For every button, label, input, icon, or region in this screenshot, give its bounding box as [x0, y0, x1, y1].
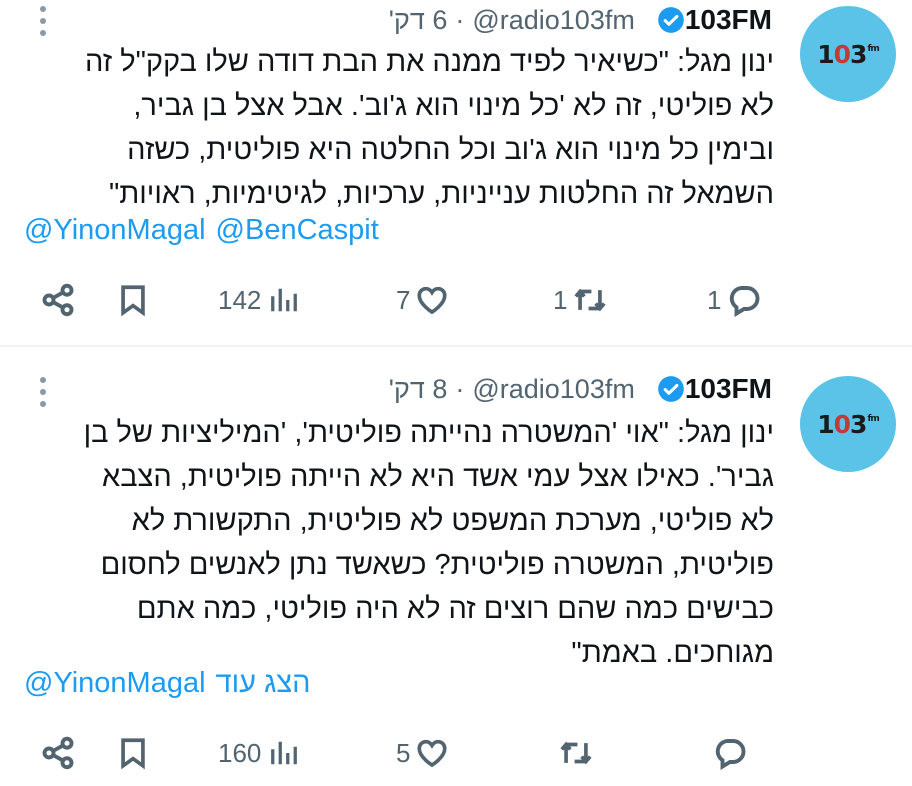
share-icon — [42, 736, 74, 770]
mention-link[interactable]: @BenCaspit — [216, 214, 379, 246]
reply-button[interactable]: 1 — [707, 280, 763, 320]
views-button[interactable]: 160 — [218, 733, 299, 773]
share-button[interactable] — [40, 733, 76, 773]
bookmark-button[interactable] — [116, 733, 150, 773]
separator: · — [455, 4, 465, 35]
verified-badge-icon — [658, 7, 684, 33]
bookmark-button[interactable] — [116, 280, 150, 320]
like-button[interactable]: 7 — [396, 280, 450, 320]
replies-count: 1 — [707, 284, 722, 315]
avatar-logo: 103fm — [817, 409, 880, 439]
show-more-link[interactable]: הצג עוד — [216, 667, 311, 699]
share-icon — [42, 283, 74, 317]
retweets-count: 1 — [553, 284, 568, 315]
tweet[interactable]: 103fm 103FM @radio103fm · 8 דק' ינון מגל… — [0, 347, 912, 786]
author-handle[interactable]: @radio103fm — [472, 374, 635, 405]
verified-badge-icon — [658, 376, 684, 402]
tweet-header: 103FM @radio103fm · 8 דק' — [389, 369, 772, 409]
author-name[interactable]: 103FM — [685, 4, 772, 36]
separator: · — [455, 373, 465, 404]
author-handle[interactable]: @radio103fm — [472, 5, 635, 36]
like-button[interactable]: 5 — [396, 733, 450, 773]
action-bar: 142 7 1 1 — [0, 280, 912, 320]
timestamp[interactable]: 6 דק' — [389, 5, 448, 36]
mention-link[interactable]: @YinonMagal — [24, 667, 206, 699]
avatar[interactable]: 103fm — [800, 6, 896, 102]
avatar[interactable]: 103fm — [800, 376, 896, 472]
views-count: 160 — [218, 737, 262, 768]
bookmark-icon — [121, 738, 145, 770]
tweet[interactable]: 103fm 103FM @radio103fm · 6 דק' ינון מגל… — [0, 0, 912, 346]
tweet-text: ינון מגל: "כשיאיר לפיד ממנה את הבת דודה … — [84, 46, 774, 210]
mention-link[interactable]: @YinonMagal — [24, 214, 206, 246]
retweet-icon — [574, 288, 607, 312]
avatar-logo: 103fm — [817, 39, 880, 69]
tweet-header: 103FM @radio103fm · 6 דק' — [389, 0, 772, 40]
share-button[interactable] — [40, 280, 76, 320]
author-name[interactable]: 103FM — [685, 373, 772, 405]
reply-icon — [715, 739, 746, 770]
reply-button[interactable] — [707, 733, 749, 773]
action-bar: 160 5 — [0, 733, 912, 773]
mentions: @YinonMagal @BenCaspit — [24, 214, 389, 247]
bookmark-icon — [121, 285, 145, 317]
likes-count: 7 — [396, 284, 411, 315]
likes-count: 5 — [396, 737, 411, 768]
retweet-icon — [560, 741, 592, 765]
views-icon — [271, 741, 298, 765]
more-options-icon[interactable] — [40, 6, 46, 36]
mentions: @YinonMagal הצג עוד — [24, 667, 321, 700]
heart-icon — [417, 739, 448, 768]
more-options-icon[interactable] — [40, 377, 46, 407]
retweet-button[interactable]: 1 — [553, 280, 609, 320]
views-button[interactable]: 142 — [218, 280, 299, 320]
heart-icon — [417, 286, 448, 315]
timestamp[interactable]: 8 דק' — [389, 374, 448, 405]
retweet-button[interactable] — [553, 733, 595, 773]
views-count: 142 — [218, 284, 262, 315]
views-icon — [271, 288, 298, 312]
tweet-text: ינון מגל: "אוי 'המשטרה נהייתה פוליטית', … — [83, 417, 774, 669]
reply-icon — [730, 286, 760, 317]
